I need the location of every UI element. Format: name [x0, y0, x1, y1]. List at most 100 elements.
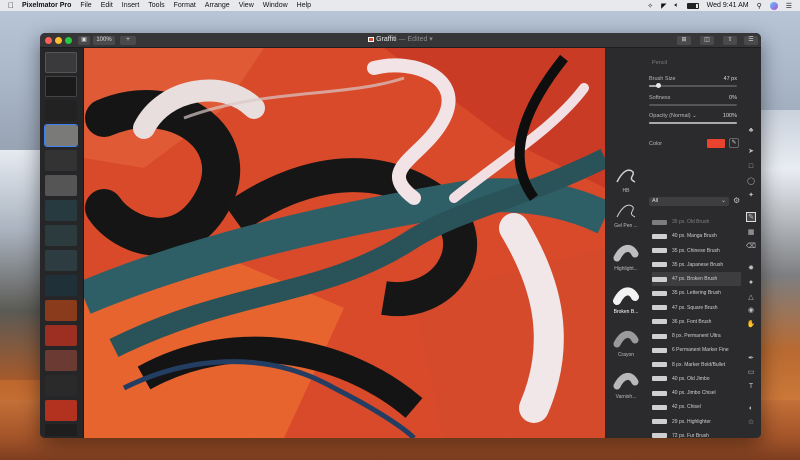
menu-window[interactable]: Window: [263, 2, 288, 9]
brush-list-item-name: 42 px. Chisel: [672, 404, 701, 411]
document-title[interactable]: Graffiti — Edited ▾: [40, 35, 761, 43]
menu-app-name[interactable]: Pixelmator Pro: [22, 2, 71, 9]
layer-thumbnail[interactable]: [45, 200, 77, 221]
paint-brush-tool-icon[interactable]: ✎: [746, 212, 756, 222]
brush-list-item[interactable]: 40 px. Manga Brush: [652, 229, 755, 243]
layer-thumbnail[interactable]: [45, 300, 77, 321]
fill-tool-icon[interactable]: ▦: [746, 228, 756, 238]
brush-size-slider[interactable]: [649, 83, 737, 88]
battery-icon[interactable]: [686, 2, 699, 9]
layer-thumbnail[interactable]: [45, 400, 77, 421]
brush-stroke-swatch-icon: [652, 290, 667, 296]
brush-size-slider-knob[interactable]: [655, 83, 661, 88]
opacity-slider[interactable]: [649, 122, 737, 124]
apple-menu-icon[interactable]: : [8, 1, 14, 10]
menu-file[interactable]: File: [80, 2, 91, 9]
brush-list-item[interactable]: 40 px. Old Jimbo: [652, 372, 755, 386]
brush-settings-gear-icon[interactable]: ⚙: [733, 196, 740, 205]
layer-thumbnail[interactable]: [45, 76, 77, 97]
opacity-value[interactable]: 100%: [705, 113, 737, 119]
effects-tool-icon[interactable]: ☆: [746, 418, 756, 428]
brush-list-item[interactable]: 29 px. Highlighter: [652, 415, 755, 429]
layer-thumbnail[interactable]: [45, 375, 77, 396]
brush-preset[interactable]: Broken B...: [609, 285, 643, 315]
layer-thumbnail[interactable]: [45, 275, 77, 296]
brush-list-item[interactable]: 35 px. Old Brush: [652, 215, 755, 229]
opacity-label[interactable]: Opacity (Normal) ⌄: [649, 113, 697, 119]
style-tool-icon[interactable]: ♣: [746, 126, 756, 136]
layer-thumbnail[interactable]: [45, 325, 77, 346]
sharpen-tool-icon[interactable]: △: [746, 293, 756, 303]
hand-tool-icon[interactable]: ✋: [746, 320, 756, 330]
brush-preset[interactable]: HB: [609, 164, 643, 194]
image-canvas[interactable]: [84, 48, 605, 438]
document-settings-icon[interactable]: ◫: [700, 36, 714, 45]
brush-preset[interactable]: Gel Pen ...: [609, 199, 643, 229]
brush-list-item[interactable]: 6 Permanent Marker Fine: [652, 343, 755, 357]
retouch-tool-icon[interactable]: ✸: [746, 264, 756, 274]
brush-list-item[interactable]: 8 px. Marker Bold/Bullet: [652, 358, 755, 372]
brush-stroke-swatch-icon: [652, 404, 667, 410]
spotlight-icon[interactable]: ⚲: [757, 2, 762, 10]
brush-list-item[interactable]: 35 px. Japanese Brush: [652, 258, 755, 272]
menu-format[interactable]: Format: [174, 2, 196, 9]
share-icon[interactable]: ⇧: [723, 36, 737, 45]
brush-stroke-swatch-icon: [652, 233, 667, 239]
color-swatch[interactable]: [707, 139, 725, 148]
layer-thumbnail[interactable]: [45, 52, 77, 73]
softness-slider[interactable]: [649, 104, 737, 106]
brush-list-item[interactable]: 35 px. Lettering Brush: [652, 286, 755, 300]
arrange-tool-icon[interactable]: ➤: [746, 147, 756, 157]
layer-thumbnail[interactable]: [45, 250, 77, 271]
layer-thumbnail-selected[interactable]: [44, 124, 78, 147]
magic-wand-icon[interactable]: ✦: [746, 191, 756, 201]
eraser-tool-icon[interactable]: ⌫: [746, 242, 756, 252]
layer-thumbnail[interactable]: [45, 350, 77, 371]
layer-thumbnail[interactable]: [45, 175, 77, 196]
brush-list-item-name: 29 px. Highlighter: [672, 418, 711, 425]
brush-stroke-swatch-icon: [652, 362, 667, 367]
selection-tool-icon[interactable]: □: [746, 162, 756, 172]
brush-preset[interactable]: Varnish...: [609, 370, 643, 400]
volume-icon[interactable]: 🔈︎: [674, 2, 678, 10]
notification-center-icon[interactable]: ☰: [786, 2, 792, 10]
menu-tools[interactable]: Tools: [148, 2, 164, 9]
wifi-icon[interactable]: ◤: [661, 2, 666, 10]
brush-filter-dropdown[interactable]: All ⌄: [649, 197, 729, 206]
shape-tool-icon[interactable]: ▭: [746, 368, 756, 378]
softness-value[interactable]: 0%: [705, 95, 737, 101]
brush-list-item[interactable]: 8 px. Permanent Ultra: [652, 329, 755, 343]
menu-help[interactable]: Help: [297, 2, 311, 9]
brush-size-value[interactable]: 47 px: [705, 76, 737, 82]
brush-list-item[interactable]: 40 px. Jimbo Chisel: [652, 386, 755, 400]
color-adjust-tool-icon[interactable]: ◐: [746, 404, 756, 414]
clone-tool-icon[interactable]: ●: [746, 278, 756, 288]
menu-edit[interactable]: Edit: [101, 2, 113, 9]
brush-list-item[interactable]: 47 px. Square Brush: [652, 301, 755, 315]
eyedropper-icon[interactable]: ✎: [729, 138, 739, 148]
layer-thumbnail[interactable]: [45, 225, 77, 246]
bluetooth-icon[interactable]: ✧: [647, 2, 653, 10]
menu-insert[interactable]: Insert: [122, 2, 140, 9]
menu-arrange[interactable]: Arrange: [205, 2, 230, 9]
siri-icon[interactable]: [769, 1, 778, 10]
brush-preset[interactable]: Highlight...: [609, 242, 643, 272]
brush-list-item[interactable]: 72 px. Fur Brush: [652, 429, 755, 438]
type-tool-icon[interactable]: T: [746, 382, 756, 392]
brush-preset[interactable]: Crayon: [609, 328, 643, 358]
layer-thumbnail[interactable]: [45, 424, 77, 436]
lasso-tool-icon[interactable]: ◯: [746, 177, 756, 187]
layer-thumbnail[interactable]: [45, 100, 77, 121]
brush-list-item[interactable]: 42 px. Chisel: [652, 400, 755, 414]
brush-list-item[interactable]: 36 px. Font Brush: [652, 315, 755, 329]
crop-icon[interactable]: ⊞: [677, 36, 691, 45]
layer-thumbnail[interactable]: [45, 150, 77, 171]
clock[interactable]: Wed 9:41 AM: [707, 2, 749, 9]
menu-view[interactable]: View: [239, 2, 254, 9]
brush-list-item[interactable]: 35 px. Chinese Brush: [652, 244, 755, 258]
tools-panel-icon[interactable]: ☰: [744, 36, 758, 45]
burn-tool-icon[interactable]: ◉: [746, 306, 756, 316]
pen-tool-icon[interactable]: ✒: [746, 354, 756, 364]
brush-stroke-swatch-icon: [652, 376, 667, 382]
brush-list-item[interactable]: 47 px. Broken Brush: [652, 272, 755, 286]
